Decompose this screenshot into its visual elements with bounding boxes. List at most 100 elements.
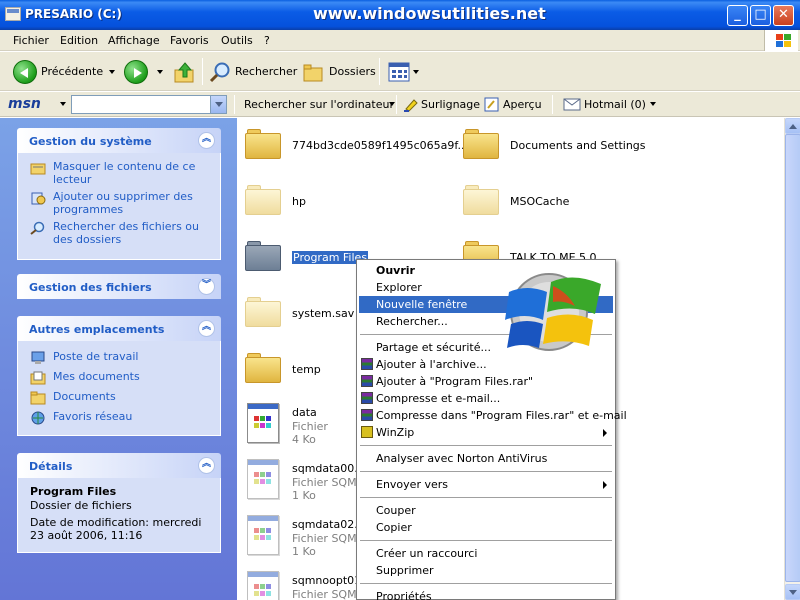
- details-panel: Détails ︽ Program Files Dossier de fichi…: [17, 453, 221, 553]
- file-icon[interactable]: [247, 571, 279, 600]
- up-folder-icon: [174, 61, 194, 82]
- folder-icon[interactable]: [245, 185, 281, 215]
- ctx-delete[interactable]: Supprimer: [359, 562, 613, 579]
- file-data-name[interactable]: data: [292, 406, 317, 419]
- folder-system-sav-label[interactable]: system.sav: [292, 307, 354, 320]
- hotmail-button[interactable]: Hotmail (0): [584, 98, 646, 111]
- ctx-compress-email-label: Compresse et e-mail...: [376, 392, 501, 405]
- ctx-compress-email[interactable]: Compresse et e-mail...: [359, 390, 613, 407]
- search-button[interactable]: Rechercher: [209, 52, 297, 91]
- msn-search-dropdown-icon[interactable]: [210, 96, 226, 113]
- scroll-thumb[interactable]: [785, 134, 800, 582]
- search-computer-dropdown-icon[interactable]: [389, 102, 395, 106]
- task-pane: Gestion du système ︽ Masquer le contenu …: [0, 118, 237, 600]
- views-dropdown-icon[interactable]: [413, 69, 419, 74]
- close-button[interactable]: ✕: [773, 5, 794, 26]
- menu-edition[interactable]: Edition: [60, 34, 98, 47]
- explorer-window-icon[interactable]: [5, 7, 21, 21]
- search-computer-button[interactable]: Rechercher sur l'ordinateur: [244, 98, 394, 111]
- ctx-create-shortcut[interactable]: Créer un raccourci: [359, 545, 613, 562]
- folder-documents-settings-label[interactable]: Documents and Settings: [510, 139, 646, 152]
- views-button[interactable]: [388, 52, 419, 91]
- file-data-type: Fichier: [292, 420, 328, 433]
- expand-chevron-icon[interactable]: ︾: [198, 278, 215, 295]
- collapse-chevron-icon[interactable]: ︽: [198, 320, 215, 337]
- place-documents[interactable]: Documents: [30, 390, 210, 405]
- preview-icon: [484, 97, 499, 112]
- folder-msocache-label[interactable]: MSOCache: [510, 195, 569, 208]
- collapse-chevron-icon[interactable]: ︽: [198, 457, 215, 474]
- hotmail-envelope-icon: [563, 98, 581, 111]
- folder-774bd-label[interactable]: 774bd3cde0589f1495c065a9f...: [292, 139, 468, 152]
- menu-fichier[interactable]: Fichier: [13, 34, 49, 47]
- ctx-properties[interactable]: Propriétés: [359, 588, 613, 600]
- forward-dropdown-icon[interactable]: [157, 69, 163, 74]
- scroll-down-arrow-icon[interactable]: [785, 584, 800, 600]
- maximize-button[interactable]: □: [750, 5, 771, 26]
- ctx-separator: [360, 471, 612, 472]
- back-button[interactable]: Précédente: [13, 52, 116, 91]
- hide-contents-icon: [30, 163, 46, 175]
- ctx-add-to-archive[interactable]: Ajouter à l'archive...: [359, 356, 613, 373]
- folder-icon[interactable]: [245, 241, 281, 271]
- task-hide-drive-contents[interactable]: Masquer le contenu de ce lecteur: [30, 160, 210, 186]
- folder-icon[interactable]: [463, 129, 499, 159]
- folder-icon[interactable]: [245, 129, 281, 159]
- preview-button[interactable]: Aperçu: [503, 98, 542, 111]
- ctx-compress-rar-email-label: Compresse dans "Program Files.rar" et e-…: [376, 409, 627, 422]
- folders-button[interactable]: Dossiers: [302, 52, 376, 91]
- file-icon[interactable]: [247, 459, 279, 499]
- minimize-button[interactable]: _: [727, 5, 748, 26]
- hotmail-dropdown-icon[interactable]: [650, 102, 656, 106]
- collapse-chevron-icon[interactable]: ︽: [198, 132, 215, 149]
- file-tasks-header[interactable]: Gestion des fichiers ︾: [17, 274, 221, 299]
- watermark-text: www.windowsutilities.net: [313, 4, 546, 23]
- msn-search-input[interactable]: [71, 95, 227, 114]
- task-add-remove-programs[interactable]: Ajouter ou supprimer des programmes: [30, 190, 210, 216]
- forward-button[interactable]: [124, 52, 163, 91]
- ctx-copy[interactable]: Copier: [359, 519, 613, 536]
- place-network[interactable]: Favoris réseau: [30, 410, 210, 425]
- menu-bar: Fichier Edition Affichage Favoris Outils…: [0, 30, 800, 51]
- other-places-title: Autres emplacements: [29, 323, 165, 336]
- menu-favoris[interactable]: Favoris: [170, 34, 209, 47]
- search-files-icon: [30, 221, 45, 235]
- scroll-up-arrow-icon[interactable]: [785, 118, 800, 134]
- other-places-header[interactable]: Autres emplacements ︽: [17, 316, 221, 341]
- flag-green-quad: [784, 34, 791, 40]
- folder-hp-label[interactable]: hp: [292, 195, 306, 208]
- file-icon[interactable]: [247, 403, 279, 443]
- menu-outils[interactable]: Outils: [221, 34, 253, 47]
- place-my-documents[interactable]: Mes documents: [30, 370, 210, 385]
- task-search-files[interactable]: Rechercher des fichiers ou des dossiers: [30, 220, 210, 246]
- file-icon[interactable]: [247, 515, 279, 555]
- system-tasks-panel: Gestion du système ︽ Masquer le contenu …: [17, 128, 221, 260]
- system-tasks-header[interactable]: Gestion du système ︽: [17, 128, 221, 153]
- folder-icon[interactable]: [245, 297, 281, 327]
- msn-dropdown-icon[interactable]: [60, 102, 66, 106]
- ctx-add-to-rar[interactable]: Ajouter à "Program Files.rar": [359, 373, 613, 390]
- ctx-compress-rar-email[interactable]: Compresse dans "Program Files.rar" et e-…: [359, 407, 627, 424]
- place-my-computer[interactable]: Poste de travail: [30, 350, 210, 364]
- ctx-norton-scan[interactable]: Analyser avec Norton AntiVirus: [359, 450, 613, 467]
- place-documents-label: Documents: [53, 390, 116, 403]
- menu-affichage[interactable]: Affichage: [108, 34, 160, 47]
- winrar-icon: [361, 392, 373, 404]
- highlight-button[interactable]: Surlignage: [421, 98, 480, 111]
- ctx-separator: [360, 583, 612, 584]
- folder-icon[interactable]: [463, 185, 499, 215]
- folder-icon: [30, 391, 46, 405]
- ctx-cut[interactable]: Couper: [359, 502, 613, 519]
- msn-logo[interactable]: msn: [8, 96, 41, 112]
- folder-icon[interactable]: [245, 353, 281, 383]
- menu-help[interactable]: ?: [264, 34, 270, 47]
- folder-temp-label[interactable]: temp: [292, 363, 321, 376]
- up-folder-button[interactable]: [174, 52, 196, 91]
- ctx-winzip[interactable]: WinZip: [359, 424, 613, 441]
- vertical-scrollbar[interactable]: [784, 118, 800, 600]
- file-tasks-title: Gestion des fichiers: [29, 281, 152, 294]
- ctx-send-to[interactable]: Envoyer vers: [359, 476, 613, 493]
- back-dropdown-icon[interactable]: [109, 69, 116, 74]
- details-header[interactable]: Détails ︽: [17, 453, 221, 478]
- title-bar[interactable]: PRESARIO (C:) www.windowsutilities.net _…: [0, 0, 800, 30]
